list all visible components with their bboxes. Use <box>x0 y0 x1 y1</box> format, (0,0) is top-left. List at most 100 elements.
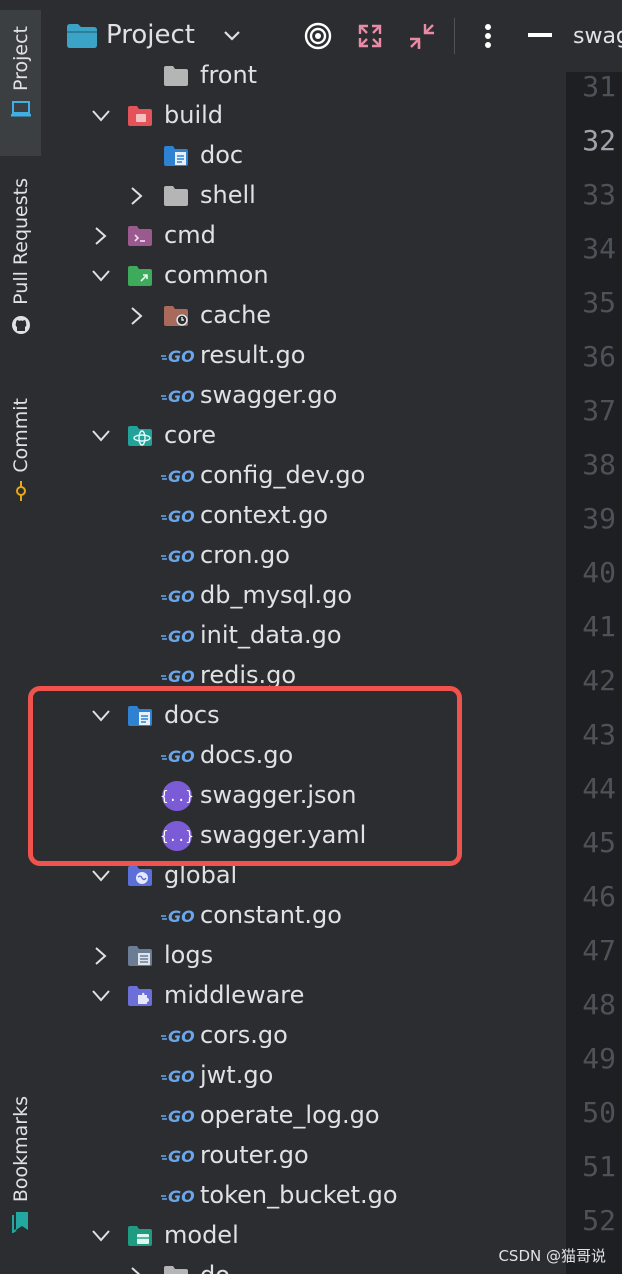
tree-row[interactable]: middleware <box>41 976 566 1016</box>
chevron-down-icon[interactable] <box>91 986 111 1006</box>
svg-text:GO: GO <box>168 907 194 926</box>
tree-row-label: common <box>164 261 269 289</box>
project-panel: Project front build docshell cmd common cache… <box>41 0 566 1274</box>
chevron-right-icon[interactable] <box>127 186 147 206</box>
tool-tab-project-label: Project <box>10 26 32 91</box>
folder-cmd-icon <box>127 223 153 249</box>
tree-row-label: swagger.go <box>200 381 337 409</box>
tree-row[interactable]: GOresult.go <box>41 336 566 376</box>
header-divider <box>454 18 455 54</box>
line-number: 48 <box>566 988 616 1021</box>
tree-row[interactable]: GO token_bucket.go <box>41 1176 566 1216</box>
tree-row-label: cmd <box>164 221 216 249</box>
tree-row-label: operate_log.go <box>200 1101 380 1129</box>
tool-tab-project[interactable]: Project <box>0 10 41 156</box>
tool-tab-bookmarks-label: Bookmarks <box>10 1096 32 1202</box>
line-number: 51 <box>566 1150 616 1183</box>
tool-tab-commit[interactable]: Commit <box>0 392 41 516</box>
tree-row-label: logs <box>164 941 213 969</box>
tree-row[interactable]: doc <box>41 136 566 176</box>
line-number: 33 <box>566 178 616 211</box>
tool-tab-bookmarks[interactable]: Bookmarks <box>0 1090 41 1250</box>
folder-middleware-icon <box>127 983 153 1009</box>
tree-row[interactable]: do <box>41 1256 566 1274</box>
tree-row-label: result.go <box>200 341 305 369</box>
tree-row-label: do <box>200 1261 230 1274</box>
commit-icon <box>11 481 31 501</box>
tree-row-label: token_bucket.go <box>200 1181 398 1209</box>
folder-model-icon <box>127 1223 153 1249</box>
svg-text:GO: GO <box>168 1147 194 1166</box>
chevron-right-icon[interactable] <box>91 226 111 246</box>
go-file-icon: GO <box>159 903 195 929</box>
tree-row-label: cors.go <box>200 1021 288 1049</box>
tree-row-label: config_dev.go <box>200 461 365 489</box>
chevron-right-icon[interactable] <box>127 1266 147 1274</box>
chevron-down-icon[interactable] <box>91 106 111 126</box>
go-file-icon: GO <box>159 1103 195 1129</box>
tree-row[interactable]: GO router.go <box>41 1136 566 1176</box>
target-icon[interactable] <box>303 21 333 51</box>
chevron-down-icon[interactable] <box>217 21 247 51</box>
line-number: 49 <box>566 1042 616 1075</box>
tree-row-label: core <box>164 421 216 449</box>
line-number: 36 <box>566 340 616 373</box>
highlight-annotation <box>28 686 462 866</box>
go-file-icon: GO <box>159 343 195 369</box>
tree-row[interactable]: GOjwt.go <box>41 1056 566 1096</box>
line-number: 31 <box>566 70 616 103</box>
chevron-down-icon[interactable] <box>91 1226 111 1246</box>
svg-text:GO: GO <box>168 387 194 406</box>
tree-row-label: router.go <box>200 1141 309 1169</box>
go-file-icon: GO <box>159 383 195 409</box>
folder-core-icon <box>127 423 153 449</box>
tree-row[interactable]: core <box>41 416 566 456</box>
tree-row[interactable]: GOinit_data.go <box>41 616 566 656</box>
tree-row[interactable]: cmd <box>41 216 566 256</box>
collapse-all-icon[interactable] <box>407 21 437 51</box>
tree-row[interactable]: model <box>41 1216 566 1256</box>
hide-icon[interactable] <box>525 21 555 51</box>
expand-all-icon[interactable] <box>355 21 385 51</box>
chevron-down-icon[interactable] <box>91 866 111 886</box>
tree-row[interactable]: GOcontext.go <box>41 496 566 536</box>
tree-row[interactable]: common <box>41 256 566 296</box>
tree-row[interactable]: GO swagger.go <box>41 376 566 416</box>
line-number: 44 <box>566 772 616 805</box>
chevron-down-icon[interactable] <box>91 426 111 446</box>
line-number: 38 <box>566 448 616 481</box>
line-number: 45 <box>566 826 616 859</box>
tool-tab-pull-requests[interactable]: Pull Requests <box>0 172 41 362</box>
line-number: 42 <box>566 664 616 697</box>
tree-row[interactable]: GOcron.go <box>41 536 566 576</box>
tree-row[interactable]: logs <box>41 936 566 976</box>
tree-row[interactable]: GOoperate_log.go <box>41 1096 566 1136</box>
more-icon[interactable] <box>473 21 503 51</box>
tree-row[interactable]: build <box>41 96 566 136</box>
svg-text:GO: GO <box>168 587 194 606</box>
tree-row[interactable]: GOconfig_dev.go <box>41 456 566 496</box>
bookmark-icon <box>11 1212 31 1232</box>
tree-row-label: middleware <box>164 981 304 1009</box>
svg-text:GO: GO <box>168 1187 194 1206</box>
tree-row[interactable]: shell <box>41 176 566 216</box>
svg-text:GO: GO <box>168 547 194 566</box>
go-file-icon: GO <box>159 1063 195 1089</box>
editor-tab[interactable]: swag <box>566 0 622 72</box>
svg-text:GO: GO <box>168 627 194 646</box>
tree-row-label: build <box>164 101 223 129</box>
chevron-right-icon[interactable] <box>127 306 147 326</box>
chevron-right-icon[interactable] <box>91 946 111 966</box>
go-file-icon: GO <box>159 583 195 609</box>
tree-row[interactable]: cache <box>41 296 566 336</box>
tree-row[interactable]: GOdb_mysql.go <box>41 576 566 616</box>
tree-row[interactable]: GOcors.go <box>41 1016 566 1056</box>
go-file-icon: GO <box>159 543 195 569</box>
go-file-icon: GO <box>159 1183 195 1209</box>
chevron-down-icon[interactable] <box>91 266 111 286</box>
tree-row[interactable]: front <box>41 56 566 96</box>
tree-row[interactable]: GOconstant.go <box>41 896 566 936</box>
tool-window-strip: Project Pull Requests Commit Bookmarks <box>0 0 42 1274</box>
panel-title[interactable]: Project <box>106 20 195 50</box>
go-file-icon: GO <box>159 503 195 529</box>
